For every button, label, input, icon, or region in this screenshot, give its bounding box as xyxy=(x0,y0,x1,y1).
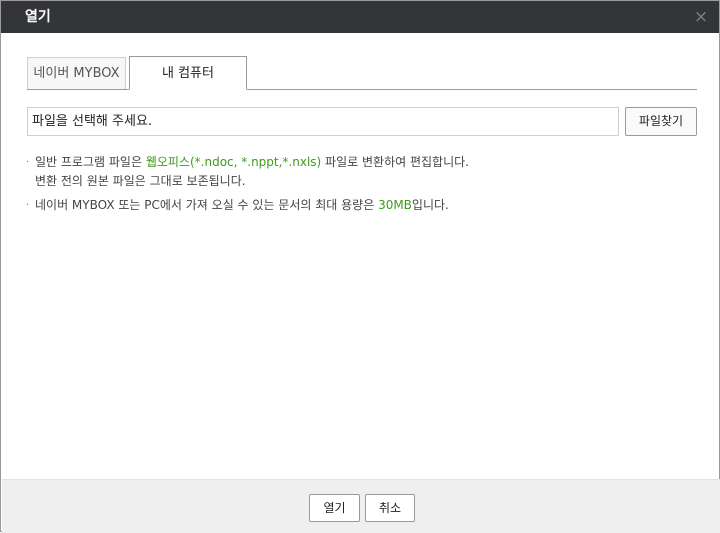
open-button[interactable]: 열기 xyxy=(309,494,360,522)
find-file-button[interactable]: 파일찾기 xyxy=(625,107,697,136)
conversion-note: · 일반 프로그램 파일은 웹오피스(*.ndoc, *.nppt,*.nxls… xyxy=(26,153,469,191)
cancel-button[interactable]: 취소 xyxy=(365,494,415,522)
note-line-1: 일반 프로그램 파일은 웹오피스(*.ndoc, *.nppt,*.nxls) … xyxy=(35,153,469,172)
note-line-2: 변환 전의 원본 파일은 그대로 보존됩니다. xyxy=(35,174,246,188)
open-dialog: 열기 × 네이버 MYBOX 내 컴퓨터 파일을 선택해 주세요. 파일찾기 ·… xyxy=(0,0,720,533)
note-text: 네이버 MYBOX 또는 PC에서 가져 오실 수 있는 문서의 최대 용량은 xyxy=(35,198,379,212)
close-icon[interactable]: × xyxy=(691,1,711,33)
title-bar: 열기 × xyxy=(1,1,719,33)
dialog-footer: 열기 취소 xyxy=(2,479,720,533)
weboffice-formats: 웹오피스(*.ndoc, *.nppt,*.nxls) xyxy=(145,155,322,169)
max-size-value: 30MB xyxy=(378,198,412,212)
tab-my-computer[interactable]: 내 컴퓨터 xyxy=(129,56,247,90)
size-limit-note: · 네이버 MYBOX 또는 PC에서 가져 오실 수 있는 문서의 최대 용량… xyxy=(26,196,449,215)
dialog-title: 열기 xyxy=(25,9,51,25)
tab-naver-mybox[interactable]: 네이버 MYBOX xyxy=(27,57,126,89)
bullet-icon: · xyxy=(26,200,30,211)
file-path-field[interactable]: 파일을 선택해 주세요. xyxy=(27,107,619,136)
note-text: 입니다. xyxy=(411,198,449,212)
note-text: 일반 프로그램 파일은 xyxy=(35,155,146,169)
bullet-icon: · xyxy=(26,157,30,168)
note-text: 파일로 변환하여 편집합니다. xyxy=(321,155,469,169)
source-tabs: 네이버 MYBOX 내 컴퓨터 xyxy=(27,56,697,90)
